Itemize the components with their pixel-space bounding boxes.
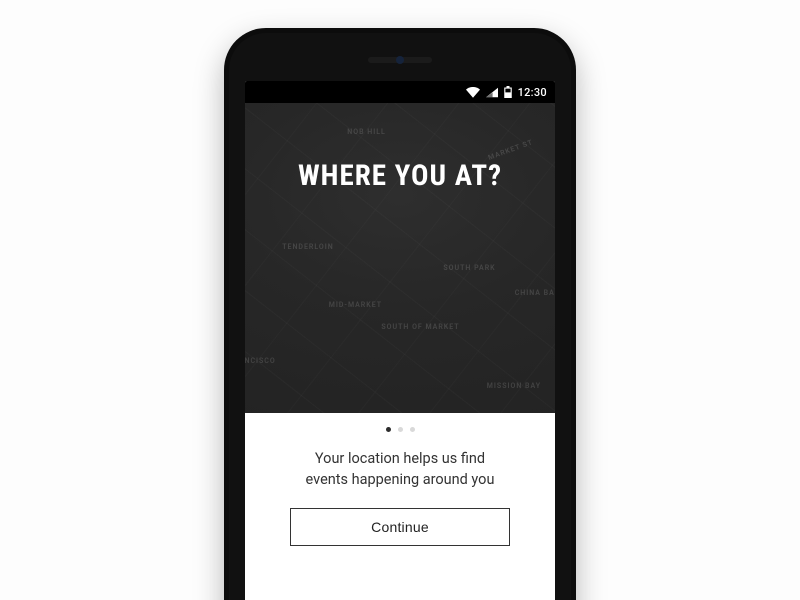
map-label: SOUTH PARK: [443, 264, 495, 272]
map-label: TENDERLOIN: [282, 243, 334, 251]
phone-frame: 12:30 WHERE YOU AT? NOB HILL TENDERLOIN MI…: [224, 28, 576, 600]
onboarding-card: Your location helps us find events happe…: [245, 413, 555, 572]
map-label: MID-MARKET: [329, 301, 382, 309]
onboarding-heading: WHERE YOU AT?: [245, 159, 555, 193]
phone-bezel: 12:30 WHERE YOU AT? NOB HILL TENDERLOIN MI…: [229, 33, 571, 600]
page-dot[interactable]: [398, 427, 403, 432]
phone-earpiece: [368, 57, 432, 63]
map-label: CHINA BAS: [515, 289, 555, 297]
cellular-icon: [486, 87, 498, 98]
hero-map: WHERE YOU AT? NOB HILL TENDERLOIN MID-MARK…: [245, 103, 555, 413]
desc-line-1: Your location helps us find: [315, 450, 485, 467]
wifi-icon: [466, 87, 480, 98]
page-dot[interactable]: [410, 427, 415, 432]
phone-screen: 12:30 WHERE YOU AT? NOB HILL TENDERLOIN MI…: [245, 81, 555, 600]
status-time: 12:30: [518, 86, 547, 99]
status-bar: 12:30: [245, 81, 555, 103]
desc-line-2: events happening around you: [306, 471, 495, 488]
onboarding-description: Your location helps us find events happe…: [306, 448, 495, 490]
map-label: ancisco: [245, 357, 276, 365]
page-indicator: [386, 427, 415, 432]
page-dot[interactable]: [386, 427, 391, 432]
map-label: MISSION BAY: [487, 382, 541, 390]
battery-icon: [504, 86, 512, 98]
continue-button[interactable]: Continue: [290, 508, 510, 546]
map-label: NOB HILL: [347, 128, 386, 136]
map-label: SOUTH OF MARKET: [381, 323, 459, 331]
canvas: 12:30 WHERE YOU AT? NOB HILL TENDERLOIN MI…: [0, 0, 800, 600]
